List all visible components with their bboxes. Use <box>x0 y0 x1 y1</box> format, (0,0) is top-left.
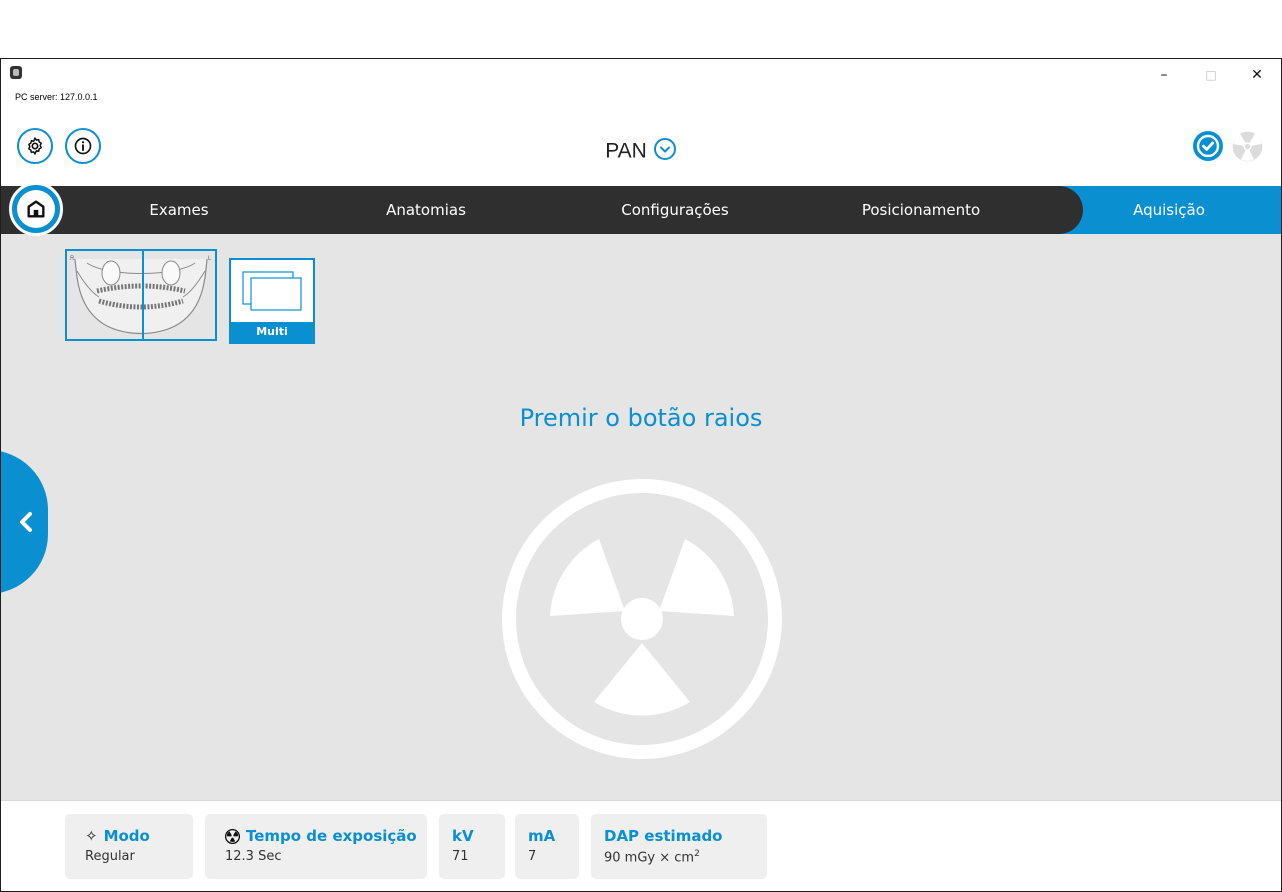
ma-card: mA 7 <box>515 814 579 879</box>
jaw-xray-icon: R L <box>70 256 212 335</box>
kv-card: kV 71 <box>439 814 505 879</box>
multi-image-button[interactable]: Multi <box>229 258 315 344</box>
radiation-icon <box>225 828 240 844</box>
mode-title: Modo <box>103 827 150 845</box>
tab-posicionamento[interactable]: Posicionamento <box>795 186 1047 234</box>
dap-exponent: 2 <box>694 849 700 859</box>
radiation-trefoil-icon <box>502 479 782 759</box>
exam-selector[interactable]: PAN <box>1 137 1281 167</box>
sparkle-icon: ✧ <box>85 827 98 845</box>
mode-card: ✧ Modo Regular <box>65 814 193 879</box>
kv-value: 71 <box>452 849 469 864</box>
exam-title: PAN <box>605 139 647 163</box>
tab-exames[interactable]: Exames <box>61 186 297 234</box>
kv-title: kV <box>452 827 474 845</box>
acquisition-summary: ✧ Modo Regular Tempo de exposição 12.3 Se… <box>1 800 1281 891</box>
side-panel-toggle[interactable] <box>1 450 48 594</box>
multi-layers-icon <box>242 271 302 311</box>
dap-value: 90 mGy × cm <box>604 850 695 866</box>
ma-value: 7 <box>528 849 537 864</box>
dap-title: DAP estimado <box>604 827 723 845</box>
title-bar: PC server: 127.0.0.1 – □ ✕ <box>1 59 1281 117</box>
radiation-status-icon <box>1232 131 1263 162</box>
tab-aquisicao[interactable]: Aquisição <box>1057 186 1281 234</box>
pan-image-thumbnail[interactable]: R L <box>65 249 217 341</box>
app-window: PC server: 127.0.0.1 – □ ✕ PAN Exames An… <box>0 58 1282 892</box>
home-icon <box>27 200 45 218</box>
tab-anatomias[interactable]: Anatomias <box>297 186 555 234</box>
chevron-down-icon <box>653 137 677 167</box>
exposure-title: Tempo de exposição <box>246 827 417 845</box>
workflow-nav: Exames Anatomias Configurações Posiciona… <box>1 186 1281 234</box>
minimize-button[interactable]: – <box>1149 65 1179 85</box>
chevron-left-icon <box>20 512 32 532</box>
ma-title: mA <box>528 827 556 845</box>
pan-left-marker: L <box>208 256 212 262</box>
maximize-button[interactable]: □ <box>1196 65 1226 85</box>
ready-status-icon <box>1193 131 1223 161</box>
exposure-value: 12.3 Sec <box>225 849 282 864</box>
acquisition-prompt: Premir o botão raios <box>519 404 763 432</box>
acquisition-area: R L Multi Premir o botão raios <box>1 234 1281 800</box>
tab-configuracoes[interactable]: Configurações <box>555 186 795 234</box>
server-label: PC server: 127.0.0.1 <box>15 92 98 102</box>
mode-value: Regular <box>85 849 135 864</box>
exposure-card: Tempo de exposição 12.3 Sec <box>205 814 427 879</box>
multi-label: Multi <box>231 322 313 342</box>
close-button[interactable]: ✕ <box>1242 65 1272 85</box>
home-button[interactable] <box>9 182 63 236</box>
pan-right-marker: R <box>70 256 75 262</box>
app-logo-icon <box>10 66 22 79</box>
dap-card: DAP estimado 90 mGy × cm2 <box>591 814 767 879</box>
